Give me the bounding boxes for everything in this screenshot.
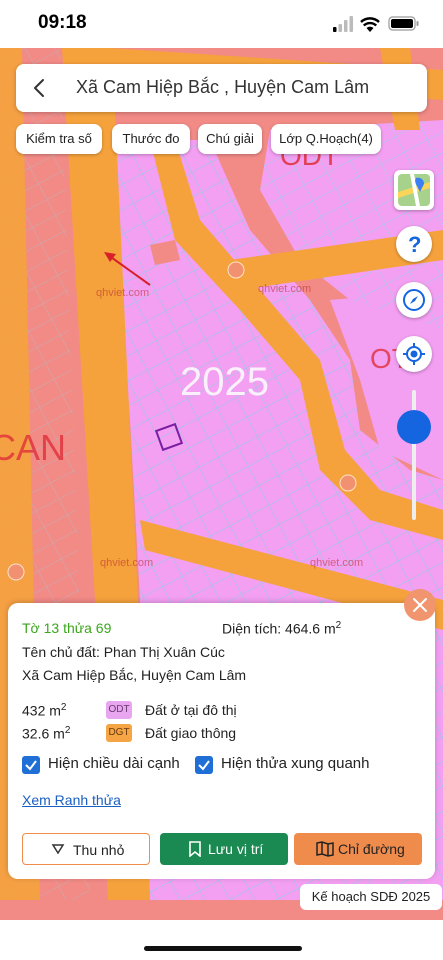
save-location-label: Lưu vị trí — [208, 841, 264, 857]
directions-button[interactable]: Chỉ đường — [294, 833, 422, 865]
landuse-code-odt: ODT — [106, 701, 132, 719]
measure-button[interactable]: Thước đo — [112, 124, 190, 154]
plan-year-label[interactable]: Kế hoạch SDĐ 2025 — [300, 884, 442, 910]
compass-icon — [403, 289, 425, 311]
bottom-safe-area — [0, 920, 443, 960]
triangle-down-icon — [51, 844, 65, 855]
collapse-button[interactable]: Thu nhỏ — [22, 833, 150, 865]
directions-label: Chỉ đường — [338, 841, 405, 857]
parcel-number: Tờ 13 thửa 69 — [22, 620, 112, 636]
planning-layer-button[interactable]: Lớp Q.Hoạch(4) — [271, 124, 381, 154]
show-surrounding-checkbox[interactable] — [195, 756, 213, 774]
battery-icon — [388, 16, 419, 31]
map-icon — [316, 841, 334, 857]
map-watermark-site-2: qhviet.com — [258, 283, 311, 295]
status-icons — [333, 16, 419, 32]
checkmark-icon — [198, 760, 210, 771]
map-type-toggle[interactable] — [394, 170, 434, 210]
map-watermark-site-4: qhviet.com — [310, 557, 363, 569]
location-title: Xã Cam Hiệp Bắc , Huyện Cam Lâm — [76, 77, 370, 97]
close-icon — [413, 598, 427, 612]
home-indicator[interactable] — [144, 946, 302, 951]
view-boundary-link[interactable]: Xem Ranh thửa — [22, 792, 121, 808]
map-watermark-year: 2025 — [180, 360, 269, 404]
location-header: Xã Cam Hiệp Bắc , Huyện Cam Lâm — [16, 64, 427, 112]
status-bar: 09:18 — [0, 0, 443, 48]
status-time: 09:18 — [38, 12, 87, 33]
collapse-button-label: Thu nhỏ — [73, 842, 125, 858]
compass-button[interactable] — [396, 282, 432, 318]
save-location-button[interactable]: Lưu vị trí — [160, 833, 288, 865]
show-surrounding-label[interactable]: Hiện thửa xung quanh — [221, 755, 369, 772]
wifi-icon — [360, 17, 380, 32]
help-button[interactable]: ? — [396, 226, 432, 262]
landuse-desc-2: Đất giao thông — [145, 725, 237, 741]
landuse-code-dgt: DGT — [106, 724, 132, 742]
map-watermark-site: qhviet.com — [96, 287, 149, 299]
checkmark-icon — [25, 760, 37, 771]
question-icon: ? — [408, 232, 421, 256]
check-number-button[interactable]: Kiểm tra số — [16, 124, 102, 154]
map-label-can: CAN — [0, 427, 66, 468]
my-location-button[interactable] — [396, 336, 432, 372]
signal-icon — [333, 16, 353, 32]
locate-icon — [403, 343, 425, 365]
opacity-slider-thumb[interactable] — [397, 410, 431, 444]
map-watermark-site-3: qhviet.com — [100, 557, 153, 569]
bookmark-icon — [189, 841, 201, 857]
owner-name: Tên chủ đất: Phan Thị Xuân Cúc — [22, 644, 225, 660]
map-layers-icon — [398, 174, 430, 206]
legend-button[interactable]: Chú giải — [198, 124, 262, 154]
svg-text:?: ? — [408, 232, 421, 256]
show-edge-length-label[interactable]: Hiện chiều dài cạnh — [48, 755, 180, 772]
landuse-area-1: 432 m2 — [22, 702, 67, 719]
close-panel-button[interactable] — [404, 589, 436, 621]
back-arrow-icon[interactable] — [28, 76, 52, 100]
parcel-area: Diện tích: 464.6 m2 — [222, 620, 342, 637]
landuse-desc-1: Đất ở tại đô thị — [145, 702, 237, 718]
show-edge-length-checkbox[interactable] — [22, 756, 40, 774]
landuse-area-2: 32.6 m2 — [22, 725, 71, 742]
parcel-address: Xã Cam Hiệp Bắc, Huyện Cam Lâm — [22, 667, 247, 683]
